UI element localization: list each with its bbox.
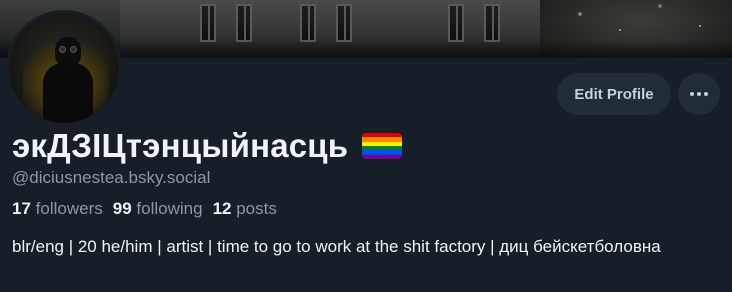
banner-window [448, 4, 464, 42]
rainbow-flag-icon [362, 133, 403, 159]
banner-window [200, 4, 216, 42]
display-name: экДЗІЦтэнцыйнасць [12, 127, 349, 164]
avatar-figure-head [55, 37, 81, 67]
following-label: following [136, 199, 203, 218]
banner-window [236, 4, 252, 42]
ellipsis-horizontal-icon [697, 92, 701, 96]
profile-handle: @diciusnestea.bsky.social [12, 168, 211, 187]
avatar-goggle-left [59, 46, 66, 53]
banner-window [336, 4, 352, 42]
banner-window [300, 4, 316, 42]
posts-count-stat: 12 posts [213, 199, 277, 219]
followers-count: 17 [12, 199, 31, 218]
posts-count: 12 [212, 199, 232, 218]
followers-link[interactable]: 17 followers [12, 199, 103, 219]
profile-stats: 17 followers 99 following 12 posts [12, 199, 287, 219]
banner-window [484, 4, 500, 42]
ellipsis-horizontal-icon [704, 92, 708, 96]
profile-bio: blr/eng | 20 he/him | artist | time to g… [12, 237, 661, 256]
flag-stripe [362, 154, 403, 159]
followers-label: followers [35, 199, 103, 218]
more-options-button[interactable] [678, 73, 720, 115]
edit-profile-button[interactable]: Edit Profile [557, 73, 671, 115]
avatar[interactable] [6, 10, 122, 126]
name-row: экДЗІЦтэнцыйнасць [12, 126, 403, 166]
posts-label: posts [236, 199, 277, 218]
avatar-figure-body [43, 63, 93, 123]
avatar-goggle-right [70, 46, 77, 53]
ellipsis-horizontal-icon [690, 92, 694, 96]
following-link[interactable]: 99 following [113, 199, 203, 219]
following-count: 99 [112, 199, 132, 218]
